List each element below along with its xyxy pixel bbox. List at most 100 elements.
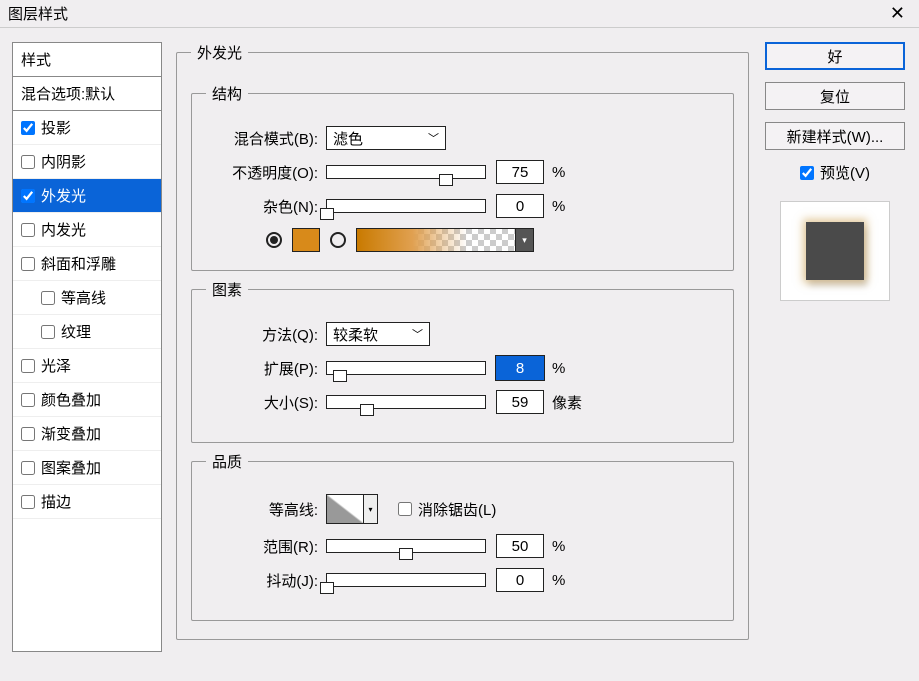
quality-legend: 品质: [206, 451, 248, 472]
elements-group: 图素 方法(Q): 较柔软 ﹀ 扩展(P): 8 % 大小(S):: [191, 279, 734, 443]
right-panel: 好 复位 新建样式(W)... 预览(V): [763, 42, 907, 652]
style-label: 图案叠加: [41, 457, 101, 478]
size-input[interactable]: 59: [496, 390, 544, 414]
style-checkbox[interactable]: [21, 223, 35, 237]
style-checkbox[interactable]: [21, 189, 35, 203]
style-checkbox[interactable]: [41, 325, 55, 339]
style-label: 光泽: [41, 355, 71, 376]
style-item-11[interactable]: 描边: [13, 485, 161, 519]
noise-label: 杂色(N):: [206, 196, 326, 217]
spread-slider[interactable]: [326, 361, 486, 375]
noise-input[interactable]: 0: [496, 194, 544, 218]
style-checkbox[interactable]: [21, 257, 35, 271]
style-checkbox[interactable]: [21, 427, 35, 441]
style-checkbox[interactable]: [21, 495, 35, 509]
opacity-slider[interactable]: [326, 165, 486, 179]
gradient-picker[interactable]: [356, 228, 516, 252]
noise-unit: %: [552, 198, 565, 215]
style-checkbox[interactable]: [21, 121, 35, 135]
close-icon[interactable]: ✕: [884, 3, 911, 24]
jitter-slider[interactable]: [326, 573, 486, 587]
style-label: 投影: [41, 117, 71, 138]
spread-label: 扩展(P):: [206, 358, 326, 379]
antialias-checkbox[interactable]: 消除锯齿(L): [398, 499, 496, 520]
antialias-input[interactable]: [398, 502, 412, 516]
main-panel: 外发光 结构 混合模式(B): 滤色 ﹀ 不透明度(O): 75 %: [176, 42, 749, 652]
style-label: 纹理: [61, 321, 91, 342]
style-label: 内阴影: [41, 151, 86, 172]
styles-header[interactable]: 样式: [13, 43, 161, 77]
contour-picker[interactable]: [326, 494, 364, 524]
style-item-4[interactable]: 斜面和浮雕: [13, 247, 161, 281]
preview-box: [780, 201, 890, 301]
style-item-2[interactable]: 外发光: [13, 179, 161, 213]
styles-list: 样式 混合选项:默认 投影内阴影外发光内发光斜面和浮雕等高线纹理光泽颜色叠加渐变…: [12, 42, 162, 652]
outer-glow-legend: 外发光: [191, 42, 248, 63]
style-label: 斜面和浮雕: [41, 253, 116, 274]
reset-button[interactable]: 复位: [765, 82, 905, 110]
chevron-down-icon: ﹀: [428, 130, 439, 146]
blend-mode-dropdown[interactable]: 滤色 ﹀: [326, 126, 446, 150]
new-style-button[interactable]: 新建样式(W)...: [765, 122, 905, 150]
jitter-label: 抖动(J):: [206, 570, 326, 591]
style-label: 渐变叠加: [41, 423, 101, 444]
preview-input[interactable]: [800, 166, 814, 180]
gradient-radio[interactable]: [330, 232, 346, 248]
style-item-10[interactable]: 图案叠加: [13, 451, 161, 485]
style-item-9[interactable]: 渐变叠加: [13, 417, 161, 451]
structure-legend: 结构: [206, 83, 248, 104]
style-item-0[interactable]: 投影: [13, 111, 161, 145]
opacity-label: 不透明度(O):: [206, 162, 326, 183]
jitter-unit: %: [552, 572, 565, 589]
gradient-dropdown-icon[interactable]: ▾: [516, 228, 534, 252]
style-label: 内发光: [41, 219, 86, 240]
range-input[interactable]: 50: [496, 534, 544, 558]
size-label: 大小(S):: [206, 392, 326, 413]
style-label: 描边: [41, 491, 71, 512]
color-radio[interactable]: [266, 232, 282, 248]
style-label: 外发光: [41, 185, 86, 206]
contour-label: 等高线:: [206, 499, 326, 520]
quality-group: 品质 等高线: ▾ 消除锯齿(L) 范围(R): 50: [191, 451, 734, 621]
opacity-unit: %: [552, 164, 565, 181]
method-value: 较柔软: [333, 324, 378, 345]
style-item-8[interactable]: 颜色叠加: [13, 383, 161, 417]
jitter-input[interactable]: 0: [496, 568, 544, 592]
blend-mode-value: 滤色: [333, 128, 363, 149]
style-checkbox[interactable]: [21, 461, 35, 475]
style-item-7[interactable]: 光泽: [13, 349, 161, 383]
method-dropdown[interactable]: 较柔软 ﹀: [326, 322, 430, 346]
style-label: 颜色叠加: [41, 389, 101, 410]
style-checkbox[interactable]: [21, 155, 35, 169]
style-checkbox[interactable]: [21, 393, 35, 407]
range-unit: %: [552, 538, 565, 555]
style-checkbox[interactable]: [41, 291, 55, 305]
method-label: 方法(Q):: [206, 324, 326, 345]
preview-label: 预览(V): [820, 162, 870, 183]
size-unit: 像素: [552, 392, 582, 413]
antialias-label: 消除锯齿(L): [418, 499, 496, 520]
elements-legend: 图素: [206, 279, 248, 300]
style-label: 等高线: [61, 287, 106, 308]
preview-swatch: [806, 222, 864, 280]
style-item-5[interactable]: 等高线: [13, 281, 161, 315]
style-item-3[interactable]: 内发光: [13, 213, 161, 247]
spread-unit: %: [552, 360, 565, 377]
style-checkbox[interactable]: [21, 359, 35, 373]
blend-mode-label: 混合模式(B):: [206, 128, 326, 149]
style-item-6[interactable]: 纹理: [13, 315, 161, 349]
dialog-title: 图层样式: [8, 3, 884, 24]
contour-dropdown-icon[interactable]: ▾: [364, 494, 378, 524]
opacity-input[interactable]: 75: [496, 160, 544, 184]
color-swatch[interactable]: [292, 228, 320, 252]
noise-slider[interactable]: [326, 199, 486, 213]
style-item-1[interactable]: 内阴影: [13, 145, 161, 179]
preview-checkbox[interactable]: 预览(V): [800, 162, 870, 183]
range-slider[interactable]: [326, 539, 486, 553]
chevron-down-icon: ﹀: [412, 326, 423, 342]
spread-input[interactable]: 8: [496, 356, 544, 380]
size-slider[interactable]: [326, 395, 486, 409]
ok-button[interactable]: 好: [765, 42, 905, 70]
blending-options[interactable]: 混合选项:默认: [13, 77, 161, 111]
outer-glow-group: 外发光 结构 混合模式(B): 滤色 ﹀ 不透明度(O): 75 %: [176, 42, 749, 640]
